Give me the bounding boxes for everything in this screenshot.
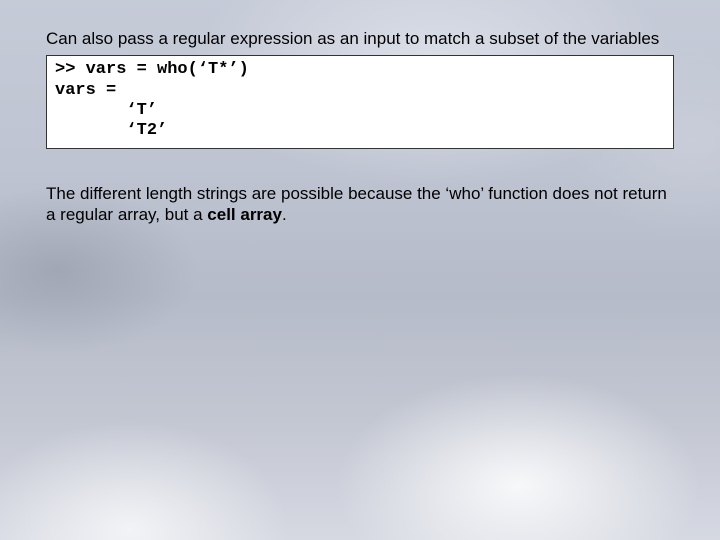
explanation-post: . [282,205,287,224]
explanation-pre: The different length strings are possibl… [46,184,667,224]
explanation-bold: cell array [207,205,282,224]
code-line-4: ‘T2’ [55,121,167,140]
code-line-2: vars = [55,81,116,100]
code-line-3: ‘T’ [55,101,157,120]
slide: Can also pass a regular expression as an… [0,0,720,540]
code-content: >> vars = who(‘T*’) vars = ‘T’ ‘T2’ [55,60,665,142]
code-line-1: >> vars = who(‘T*’) [55,60,249,79]
explanation-text: The different length strings are possibl… [46,183,674,226]
code-box: >> vars = who(‘T*’) vars = ‘T’ ‘T2’ [46,55,674,149]
intro-text: Can also pass a regular expression as an… [46,28,674,49]
